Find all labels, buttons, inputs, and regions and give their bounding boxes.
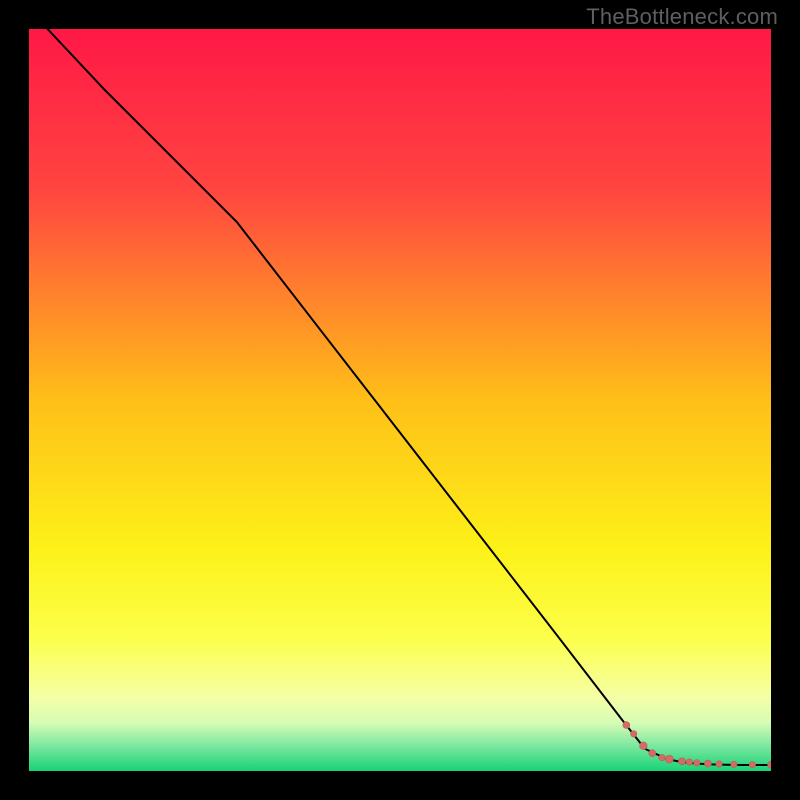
- chart-frame: TheBottleneck.com: [0, 0, 800, 800]
- data-point: [649, 750, 656, 757]
- gradient-background: [29, 29, 771, 771]
- data-point: [631, 731, 637, 737]
- data-point: [716, 761, 722, 767]
- plot-svg: [29, 29, 771, 771]
- data-point: [704, 760, 711, 767]
- plot-area: [29, 29, 771, 771]
- data-point: [686, 759, 692, 765]
- data-point: [665, 755, 673, 763]
- data-point: [623, 722, 630, 729]
- data-point: [749, 761, 755, 767]
- data-point: [640, 742, 648, 750]
- data-point: [678, 758, 685, 765]
- data-point: [731, 761, 737, 767]
- data-point: [659, 754, 665, 760]
- watermark-text: TheBottleneck.com: [586, 4, 778, 30]
- data-point: [694, 760, 700, 766]
